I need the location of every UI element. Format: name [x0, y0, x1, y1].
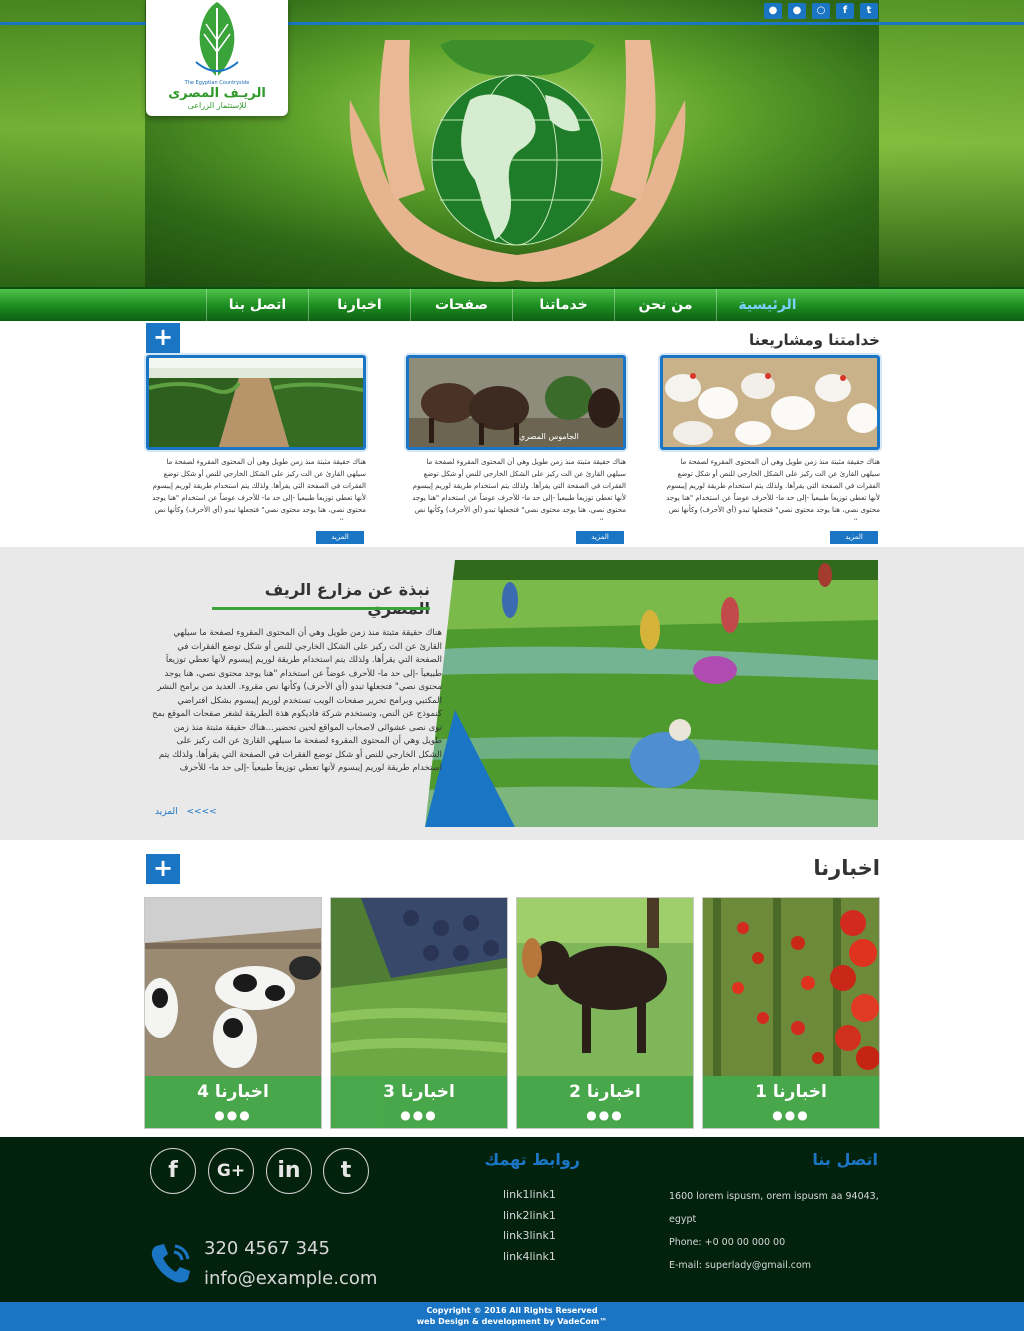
footer-link[interactable]: link2link1 — [503, 1206, 556, 1227]
main-navigation: الرئيسية من نحن خدماتنا صفحات اخبارنا ات… — [0, 287, 1024, 321]
credit-text: web Design & development by VadeCom™ — [416, 1317, 608, 1326]
twitter-icon[interactable]: t — [323, 1148, 369, 1194]
footer-address: 1600 lorem ispusm, orem ispusm aa 94043,… — [669, 1191, 879, 1225]
about-text: هناك حقيقة مثبتة منذ زمن طويل وهي أن الم… — [152, 628, 442, 773]
about-more-label: المزيد — [155, 807, 178, 817]
nav-item-services[interactable]: خدماتنا — [512, 289, 614, 321]
service-image-greenhouse[interactable] — [146, 355, 366, 450]
footer: اتصل بنا 1600 lorem ispusm, orem ispusm … — [0, 1137, 1024, 1302]
service-text: هناك حقيقة مثبتة منذ زمن طويل وهي أن الم… — [152, 458, 366, 520]
service-image-caption: الجاموس المصري — [519, 432, 579, 441]
footer-links-title: روابط تهمك — [484, 1150, 580, 1169]
news-image-cow — [517, 898, 693, 1076]
footer-email-big[interactable]: info@example.com — [204, 1268, 377, 1289]
service-card: هناك حقيقة مثبتة منذ زمن طويل وهي أن الم… — [146, 355, 366, 544]
news-caption: اخبارنا 4 ●●● — [145, 1076, 321, 1128]
copyright-bar: Copyright © 2016 All Rights Reserved web… — [0, 1302, 1024, 1331]
footer-email: E-mail: superlady@gmail.com — [669, 1260, 812, 1271]
service-card: هناك حقيقة مثبتة منذ زمن طويل وهي أن الم… — [660, 355, 880, 544]
footer-link[interactable]: link3link1 — [503, 1226, 556, 1247]
news-card[interactable]: اخبارنا 2 ●●● — [516, 897, 694, 1129]
service-more-button[interactable]: المزيد — [576, 531, 624, 544]
news-caption-dots: ●●● — [400, 1108, 438, 1122]
service-card: الجاموس المصري هناك حقيقة مثبتة منذ زمن … — [406, 355, 626, 544]
news-card[interactable]: اخبارنا 4 ●●● — [144, 897, 322, 1129]
nav-item-about[interactable]: من نحن — [614, 289, 716, 321]
leaf-logo-icon — [195, 2, 239, 77]
site-logo[interactable]: The Egyptian Countryside الريـف المصرى ل… — [146, 0, 288, 116]
nav-item-contact[interactable]: اتصل بنا — [206, 289, 308, 321]
footer-contact-title: اتصل بنا — [812, 1150, 878, 1169]
service-more-button[interactable]: المزيد — [316, 531, 364, 544]
service-text: هناك حقيقة مثبتة منذ زمن طويل وهي أن الم… — [412, 458, 626, 520]
service-text: هناك حقيقة مثبتة منذ زمن طويل وهي أن الم… — [666, 458, 880, 520]
about-section: نبذة عن مزارع الريف المصري هناك حقيقة مث… — [0, 547, 1024, 840]
facebook-icon[interactable]: f — [150, 1148, 196, 1194]
news-caption-title: اخبارنا 2 — [569, 1082, 641, 1102]
services-title: خدامتنا ومشاريعنا — [748, 331, 880, 349]
about-image-rice-field[interactable] — [425, 560, 878, 827]
footer-phone: Phone: +0 00 00 000 00 — [669, 1237, 786, 1248]
news-image-dairy-cows — [145, 898, 321, 1076]
news-caption: اخبارنا 1 ●●● — [703, 1076, 879, 1128]
linkedin-icon[interactable]: in — [266, 1148, 312, 1194]
footer-link[interactable]: link1link1 — [503, 1185, 556, 1206]
more-arrows-icon: <<<< — [186, 807, 218, 817]
news-caption-title: اخبارنا 1 — [755, 1082, 827, 1102]
news-image-seedlings — [331, 898, 507, 1076]
news-card[interactable]: اخبارنا 1 ●●● — [702, 897, 880, 1129]
top-social-bar: ● ● ○ f t — [764, 3, 878, 19]
service-image-chickens[interactable] — [660, 355, 880, 450]
news-caption-dots: ●●● — [214, 1108, 252, 1122]
news-card[interactable]: اخبارنا 3 ●●● — [330, 897, 508, 1129]
globe-icon[interactable]: ● — [788, 3, 806, 19]
twitter-icon[interactable]: t — [860, 3, 878, 19]
news-expand-button[interactable]: + — [146, 854, 180, 884]
news-caption-dots: ●●● — [586, 1108, 624, 1122]
footer-link[interactable]: link4link1 — [503, 1247, 556, 1268]
google-plus-icon[interactable]: G+ — [208, 1148, 254, 1194]
footer-address-block: 1600 lorem ispusm, orem ispusm aa 94043,… — [669, 1185, 889, 1277]
footer-phone-big: 320 4567 345 — [204, 1238, 330, 1259]
logo-name-ar: الريـف المصرى — [168, 86, 266, 101]
service-more-button[interactable]: المزيد — [830, 531, 878, 544]
hero-blur-right — [879, 0, 1024, 287]
news-caption-title: اخبارنا 3 — [383, 1082, 455, 1102]
facebook-icon[interactable]: f — [836, 3, 854, 19]
copyright-text: Copyright © 2016 All Rights Reserved — [426, 1306, 598, 1315]
news-caption-title: اخبارنا 4 — [197, 1082, 269, 1102]
service-image-cattle[interactable]: الجاموس المصري — [406, 355, 626, 450]
lock-icon[interactable]: ● — [764, 3, 782, 19]
services-expand-button[interactable]: + — [146, 323, 180, 353]
nav-item-pages[interactable]: صفحات — [410, 289, 512, 321]
news-caption-dots: ●●● — [772, 1108, 810, 1122]
news-title: اخبارنا — [813, 856, 880, 880]
about-title-underline — [212, 607, 430, 610]
logo-tagline: للإستثمار الزراعى — [187, 101, 247, 110]
hands-globe-image — [349, 40, 686, 282]
hero-banner: The Egyptian Countryside الريـف المصرى ل… — [0, 0, 1024, 287]
rss-icon[interactable]: ○ — [812, 3, 830, 19]
about-title: نبذة عن مزارع الريف المصري — [264, 580, 430, 618]
hero-blur-left — [0, 0, 145, 287]
nav-item-news[interactable]: اخبارنا — [308, 289, 410, 321]
news-image-tomatoes — [703, 898, 879, 1076]
about-more-link[interactable]: المزيد <<<< — [155, 807, 218, 817]
news-caption: اخبارنا 3 ●●● — [331, 1076, 507, 1128]
nav-item-home[interactable]: الرئيسية — [716, 289, 818, 321]
page: The Egyptian Countryside الريـف المصرى ل… — [0, 0, 1024, 1331]
news-caption: اخبارنا 2 ●●● — [517, 1076, 693, 1128]
phone-icon — [151, 1244, 190, 1283]
footer-links: link1link1 link2link1 link3link1 link4li… — [503, 1185, 556, 1267]
